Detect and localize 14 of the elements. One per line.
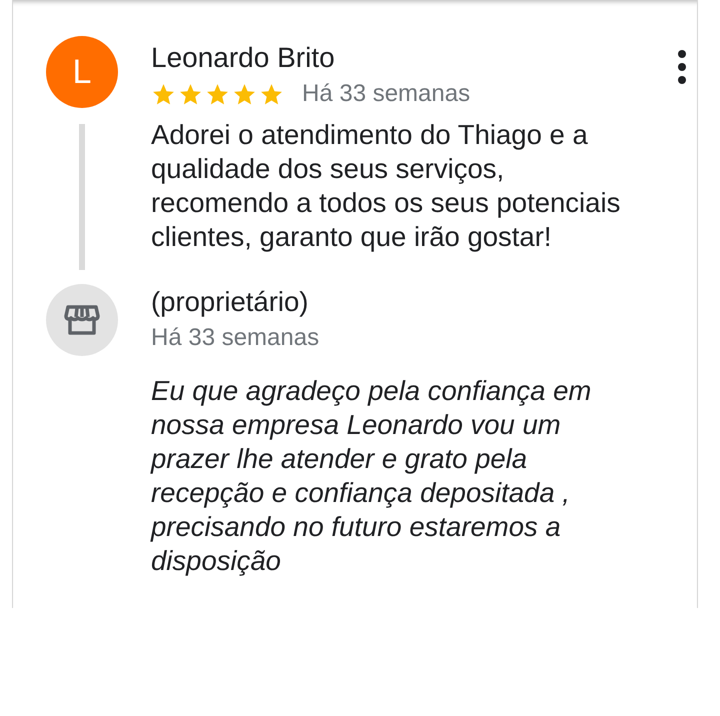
more-options-icon[interactable] <box>676 49 688 85</box>
storefront-icon <box>64 304 100 336</box>
star-icon <box>151 82 176 106</box>
owner-label: (proprietário) <box>151 286 310 318</box>
author-name: Leonardo Brito <box>151 42 336 74</box>
owner-reply-text: Eu que agradeço pela confiança em nossa empresa Leonardo vou um prazer lhe atender e grato pela recepção e confiança depositada , precisando no futuro estaremos a disposição <box>151 374 592 578</box>
star-icon <box>178 82 203 106</box>
review-text: Adorei o atendimento do Thiago e a qualidade dos seus serviços, recomendo a todos os seus potenciais clientes, garanto que irão gostar! <box>151 118 622 254</box>
star-icon <box>232 82 257 106</box>
star-icon <box>259 82 284 106</box>
avatar: L <box>46 36 118 108</box>
star-icon <box>205 82 230 106</box>
review-time: Há 33 semanas <box>302 80 470 108</box>
reply-time: Há 33 semanas <box>151 324 320 352</box>
